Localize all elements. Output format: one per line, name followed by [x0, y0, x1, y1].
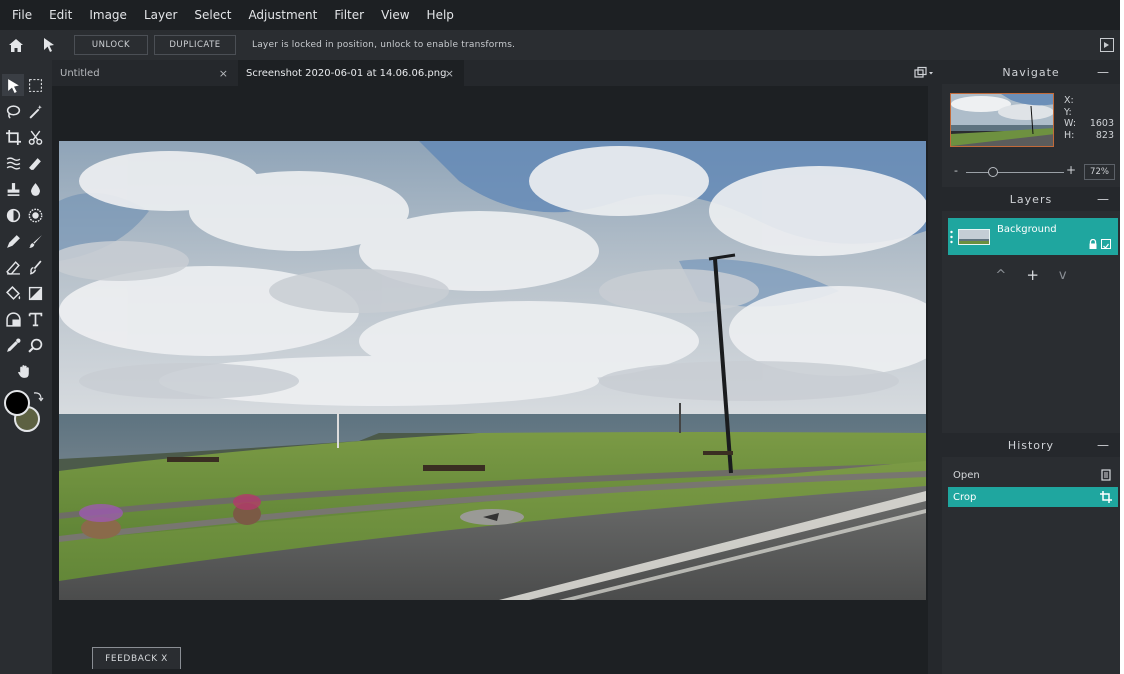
unlock-button[interactable]: UNLOCK: [74, 35, 148, 55]
document-image[interactable]: [59, 141, 926, 600]
height-value: 823: [1095, 129, 1114, 141]
panel-title: History: [1007, 438, 1055, 452]
zoom-control: - + 72%: [942, 160, 1120, 182]
layer-thumbnail: [958, 229, 990, 245]
photo-editor-app: File Edit Image Layer Select Adjustment …: [0, 0, 1120, 674]
add-layer-button[interactable]: +: [1026, 266, 1039, 284]
options-bar: UNLOCK DUPLICATE Layer is locked in posi…: [0, 30, 1120, 60]
stamp-icon[interactable]: [2, 178, 24, 200]
marquee-icon[interactable]: [24, 74, 46, 96]
drag-handle-icon[interactable]: [950, 230, 953, 244]
smudge-icon[interactable]: [24, 256, 46, 278]
menu-image[interactable]: Image: [89, 8, 127, 22]
tab-label: Untitled: [60, 67, 100, 79]
tab-screenshot[interactable]: Screenshot 2020-06-01 at 14.06.06.png ×: [238, 60, 464, 86]
move-pointer-icon[interactable]: [38, 33, 60, 57]
layer-item[interactable]: Background: [948, 218, 1118, 255]
zoom-slider-track[interactable]: [966, 172, 1064, 173]
minimize-icon[interactable]: —: [1097, 438, 1110, 452]
layers-panel-header[interactable]: Layers —: [942, 187, 1120, 211]
move-layer-down-button[interactable]: v: [1059, 268, 1067, 283]
canvas-vertical-scrollbar[interactable]: [928, 86, 942, 674]
liquify-icon[interactable]: [2, 152, 24, 174]
eraser-icon[interactable]: [24, 152, 46, 174]
x-label: X:: [1064, 95, 1074, 106]
menu-view[interactable]: View: [381, 8, 409, 22]
drop-icon[interactable]: [24, 178, 46, 200]
right-panels: Navigate — X: Y: W: 1603 H: 823 - + 72% …: [942, 60, 1120, 674]
tab-label: Screenshot 2020-06-01 at 14.06.06.png: [246, 67, 447, 79]
layer-controls: ^ + v: [942, 265, 1120, 285]
panel-title: Navigate: [1002, 65, 1060, 79]
crop-icon[interactable]: [2, 126, 24, 148]
history-item-crop[interactable]: Crop: [948, 487, 1118, 507]
eraser-tool-icon[interactable]: [2, 256, 24, 278]
toolbox: [0, 60, 52, 674]
zoom-in-button[interactable]: +: [1066, 163, 1076, 177]
feedback-button[interactable]: FEEDBACK X: [92, 647, 181, 669]
move-icon[interactable]: [2, 74, 24, 96]
lasso-icon[interactable]: [2, 100, 24, 122]
dodge-icon[interactable]: [2, 204, 24, 226]
crop-icon: [1100, 491, 1112, 503]
gradient-icon[interactable]: [24, 282, 46, 304]
brush-icon[interactable]: [24, 230, 46, 252]
sponge-icon[interactable]: [24, 204, 46, 226]
window-arrange-icon[interactable]: [914, 66, 934, 80]
zoom-input[interactable]: 72%: [1084, 164, 1115, 180]
panel-title: Layers: [1009, 192, 1053, 206]
history-label: Crop: [953, 491, 977, 503]
magic-wand-icon[interactable]: [24, 100, 46, 122]
shape-icon[interactable]: [2, 308, 24, 330]
hand-icon[interactable]: [13, 360, 35, 382]
scissors-icon[interactable]: [24, 126, 46, 148]
navigator-thumbnail[interactable]: [950, 93, 1054, 147]
lock-icon[interactable]: [1088, 239, 1098, 249]
menu-adjustment[interactable]: Adjustment: [248, 8, 317, 22]
document-tabs: Untitled × Screenshot 2020-06-01 at 14.0…: [52, 60, 942, 86]
menu-select[interactable]: Select: [194, 8, 231, 22]
swap-colors-icon[interactable]: [32, 390, 44, 402]
move-layer-up-button[interactable]: ^: [995, 268, 1006, 283]
width-label: W:: [1064, 118, 1077, 129]
y-label: Y:: [1064, 106, 1072, 118]
duplicate-button[interactable]: DUPLICATE: [154, 35, 236, 55]
menu-help[interactable]: Help: [427, 8, 454, 22]
layer-visibility-checkbox[interactable]: [1101, 239, 1111, 249]
collapse-panels-icon[interactable]: [1100, 38, 1114, 52]
width-value: 1603: [1089, 118, 1114, 129]
menu-file[interactable]: File: [12, 8, 32, 22]
history-panel-header[interactable]: History —: [942, 433, 1120, 457]
navigator-info: X: Y: W: 1603 H: 823: [1064, 95, 1114, 141]
menu-bar: File Edit Image Layer Select Adjustment …: [0, 0, 1120, 30]
menu-edit[interactable]: Edit: [49, 8, 72, 22]
pen-icon[interactable]: [2, 230, 24, 252]
close-icon[interactable]: ×: [445, 67, 454, 80]
document-icon: [1101, 469, 1111, 481]
tab-untitled[interactable]: Untitled ×: [52, 60, 238, 86]
menu-filter[interactable]: Filter: [334, 8, 364, 22]
foreground-color-swatch[interactable]: [4, 390, 30, 416]
height-label: H:: [1064, 129, 1075, 141]
eyedropper-icon[interactable]: [2, 334, 24, 356]
check-icon: [1103, 243, 1109, 249]
canvas-area[interactable]: [52, 86, 928, 674]
history-item-open[interactable]: Open: [948, 465, 1118, 485]
close-icon[interactable]: ×: [219, 67, 228, 80]
minimize-icon[interactable]: —: [1097, 65, 1110, 79]
navigate-panel-header[interactable]: Navigate —: [942, 60, 1120, 84]
fill-icon[interactable]: [2, 282, 24, 304]
zoom-out-button[interactable]: -: [954, 164, 958, 177]
zoom-slider-handle[interactable]: [988, 167, 998, 177]
minimize-icon[interactable]: —: [1097, 192, 1110, 206]
zoom-icon[interactable]: [24, 334, 46, 356]
options-message: Layer is locked in position, unlock to e…: [252, 40, 516, 50]
home-icon[interactable]: [4, 33, 28, 57]
history-label: Open: [953, 469, 980, 481]
layer-name: Background: [997, 224, 1057, 235]
type-icon[interactable]: [24, 308, 46, 330]
menu-layer[interactable]: Layer: [144, 8, 177, 22]
